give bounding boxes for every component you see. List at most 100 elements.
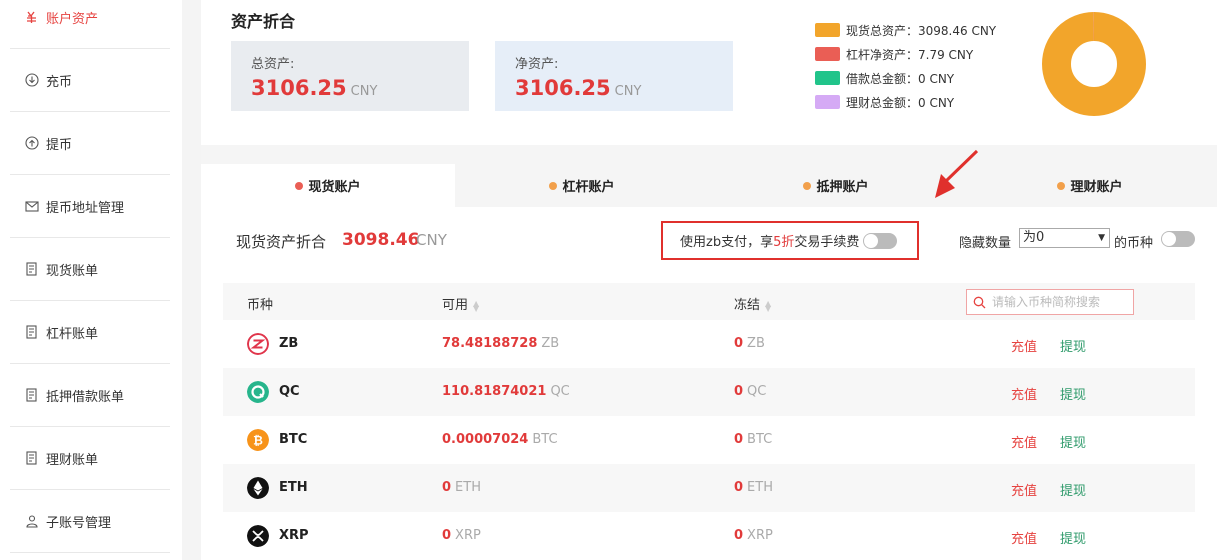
- search-icon: [973, 296, 986, 308]
- sidebar-item-loan-bill[interactable]: 抵押借款账单: [10, 364, 170, 427]
- coin-name: ZB: [279, 336, 299, 351]
- asset-summary-card: 资产折合 总资产: 3106.25 CNY 净资产: 3106.25 CNY 现货总…: [201, 0, 1217, 145]
- available-unit: ETH: [455, 480, 481, 495]
- tab-finance-account[interactable]: 理财账户: [963, 164, 1217, 207]
- table-row-eth: ETH 0 ETH 0 ETH 充值 提现: [223, 464, 1195, 512]
- sidebar-item-withdraw[interactable]: 提币: [10, 112, 170, 175]
- caret-down-icon: ▼: [1098, 233, 1105, 243]
- envelope-icon: [25, 199, 39, 213]
- sort-icon: ▲ ▼: [765, 298, 772, 313]
- zb-fee-text-prefix: 使用zb支付，享: [680, 235, 774, 250]
- spot-assets-value: 3098.46: [342, 230, 420, 250]
- zb-fee-discount-box: 使用zb支付，享 5折 交易手续费: [661, 221, 919, 260]
- column-header-frozen[interactable]: 冻结 ▲ ▼: [734, 294, 771, 313]
- frozen-unit: BTC: [747, 432, 773, 447]
- sidebar-item-deposit[interactable]: 充币: [10, 49, 170, 112]
- deposit-button[interactable]: 充值: [1011, 528, 1037, 547]
- zb-coin-icon: [247, 333, 269, 355]
- sidebar-item-label: 充币: [46, 74, 73, 90]
- available-unit: ZB: [541, 336, 560, 351]
- sidebar-item-account-assets[interactable]: 账户资产: [10, 0, 170, 49]
- column-header-coin: 币种: [247, 298, 274, 313]
- main-content: 资产折合 总资产: 3106.25 CNY 净资产: 3106.25 CNY 现货总…: [201, 0, 1217, 560]
- frozen-unit: XRP: [747, 528, 773, 543]
- net-assets-unit: CNY: [614, 84, 642, 99]
- available-unit: QC: [550, 384, 570, 399]
- deposit-button[interactable]: 充值: [1011, 336, 1037, 355]
- coin-name: QC: [279, 384, 300, 399]
- withdraw-button[interactable]: 提现: [1060, 528, 1086, 547]
- bill-icon: [25, 451, 39, 465]
- spot-assets-unit: CNY: [416, 231, 447, 249]
- qc-coin-icon: [247, 381, 269, 403]
- column-header-label: 冻结: [734, 298, 761, 313]
- sidebar-item-sub-account[interactable]: 子账号管理: [10, 490, 170, 553]
- tab-margin-account[interactable]: 杠杆账户: [455, 164, 709, 207]
- sidebar-item-label: 抵押借款账单: [46, 389, 125, 405]
- bill-icon: [25, 262, 39, 276]
- column-header-available[interactable]: 可用 ▲ ▼: [442, 294, 479, 313]
- frozen-unit: ZB: [747, 336, 765, 351]
- hide-balance-select[interactable]: 为0 ▼: [1019, 228, 1110, 248]
- asset-summary-title: 资产折合: [231, 12, 296, 31]
- withdraw-button[interactable]: 提现: [1060, 432, 1086, 451]
- sidebar-item-spot-bill[interactable]: 现货账单: [10, 238, 170, 301]
- tab-label: 现货账户: [308, 180, 361, 195]
- legend-swatch: [815, 47, 840, 61]
- total-assets-value: 3106.25: [251, 76, 347, 100]
- sidebar-item-margin-bill[interactable]: 杠杆账单: [10, 301, 170, 364]
- coin-name: ETH: [279, 480, 308, 495]
- table-row-zb: ZB 78.48188728 ZB 0 ZB 充值 提现: [223, 320, 1195, 368]
- tab-label: 抵押账户: [816, 180, 869, 195]
- hide-balance-label: 隐藏数量: [959, 236, 1012, 251]
- available-unit: BTC: [532, 432, 558, 447]
- spot-assets-label: 现货资产折合: [236, 233, 327, 251]
- sidebar: 账户资产 充币 提币 提币地址管理 现货账单 杠杆账单 抵押借款账单 理财账单 …: [0, 0, 182, 560]
- coin-search-input[interactable]: [992, 295, 1122, 309]
- zb-fee-toggle[interactable]: [863, 232, 898, 249]
- sidebar-item-finance-bill[interactable]: 理财账单: [10, 427, 170, 490]
- hide-balance-toggle[interactable]: [1161, 231, 1195, 247]
- total-assets-label: 总资产:: [251, 57, 295, 72]
- frozen-unit: QC: [747, 384, 767, 399]
- tab-dot: [549, 181, 558, 190]
- legend-label: 现货总资产：3098.46 CNY: [846, 23, 997, 38]
- coin-name: BTC: [279, 432, 308, 447]
- svg-text:₿: ₿: [253, 434, 263, 448]
- bill-icon: [25, 325, 39, 339]
- tab-spot-account[interactable]: 现货账户: [201, 164, 455, 207]
- zb-fee-text-suffix: 交易手续费: [794, 235, 860, 250]
- net-assets-label: 净资产:: [515, 57, 559, 72]
- withdraw-button[interactable]: 提现: [1060, 336, 1086, 355]
- deposit-button[interactable]: 充值: [1011, 432, 1037, 451]
- legend-item-finance: 理财总金额：0 CNY: [815, 90, 996, 114]
- sidebar-item-label: 提币地址管理: [46, 200, 125, 216]
- hide-balance-selected: 为0: [1023, 230, 1045, 245]
- available-amount: 0: [442, 528, 452, 543]
- tab-dot: [1057, 181, 1066, 190]
- sidebar-item-label: 杠杆账单: [46, 326, 99, 342]
- legend-label: 杠杆净资产：7.79 CNY: [846, 47, 974, 62]
- frozen-amount: 0: [734, 432, 744, 447]
- table-row-btc: ₿ BTC 0.00007024 BTC 0 BTC 充值 提现: [223, 416, 1195, 464]
- deposit-button[interactable]: 充值: [1011, 384, 1037, 403]
- sidebar-item-label: 子账号管理: [46, 515, 112, 531]
- sidebar-item-label: 现货账单: [46, 263, 99, 279]
- legend-swatch: [815, 23, 840, 37]
- sidebar-item-withdraw-address[interactable]: 提币地址管理: [10, 175, 170, 238]
- legend-label: 理财总金额：0 CNY: [846, 95, 955, 110]
- available-amount: 110.81874021: [442, 384, 547, 399]
- hide-balance-suffix: 的币种: [1114, 236, 1154, 251]
- withdraw-button[interactable]: 提现: [1060, 480, 1086, 499]
- sidebar-item-label: 提币: [46, 137, 73, 153]
- tab-label: 理财账户: [1070, 180, 1123, 195]
- eth-coin-icon: [247, 477, 269, 499]
- legend-item-spot: 现货总资产：3098.46 CNY: [815, 18, 996, 42]
- tab-collateral-account[interactable]: 抵押账户: [709, 164, 963, 207]
- legend-swatch: [815, 71, 840, 85]
- frozen-amount: 0: [734, 528, 744, 543]
- deposit-button[interactable]: 充值: [1011, 480, 1037, 499]
- tab-dot: [803, 181, 812, 190]
- withdraw-button[interactable]: 提现: [1060, 384, 1086, 403]
- user-group-icon: [25, 514, 39, 528]
